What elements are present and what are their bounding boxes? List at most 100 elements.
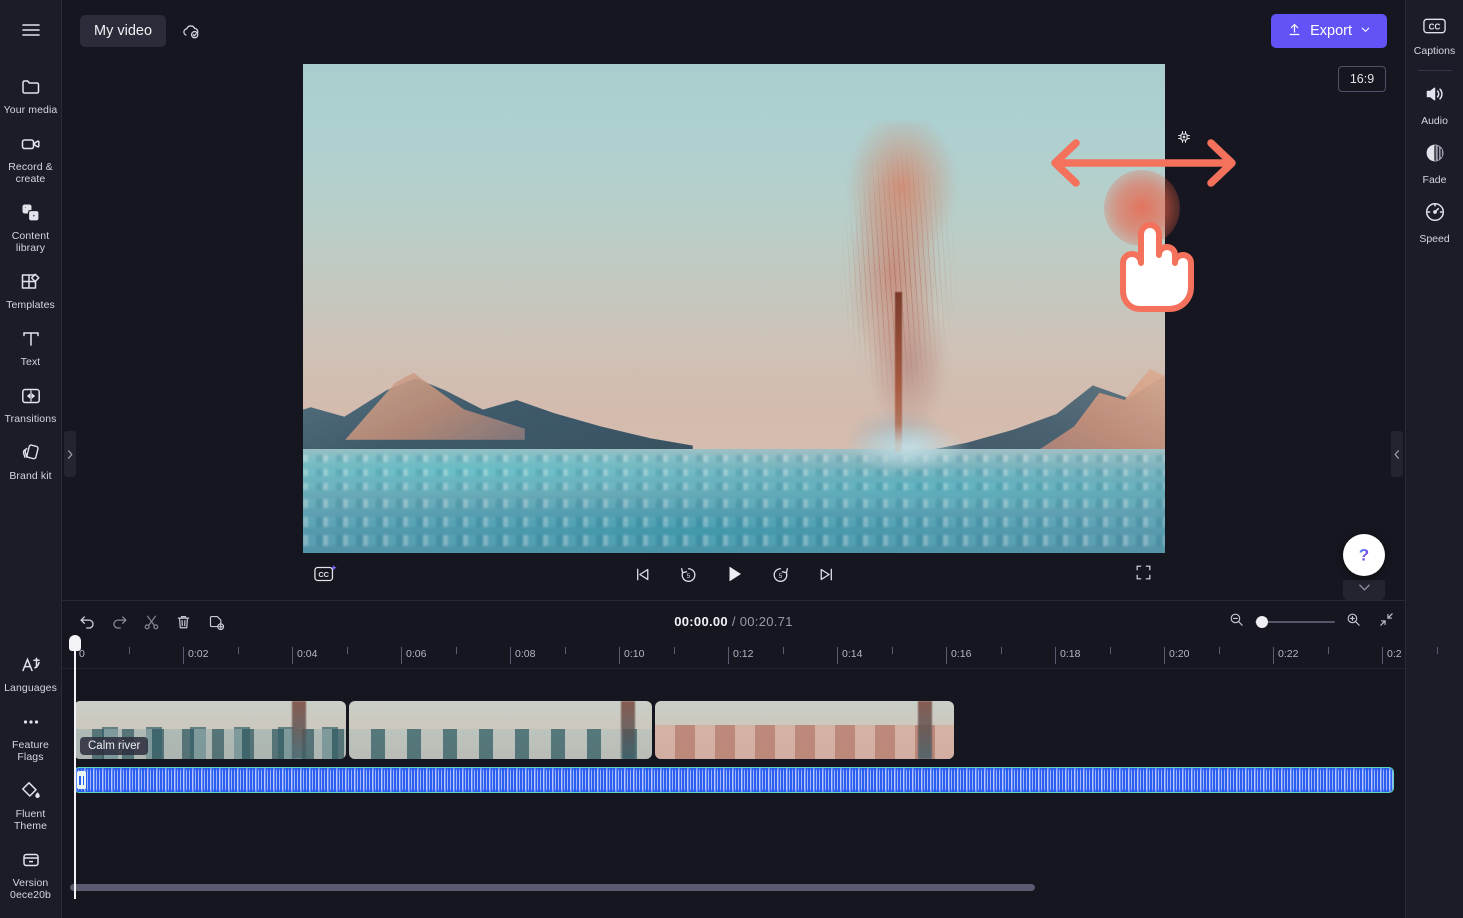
zoom-in-icon[interactable] [1345,611,1362,633]
playhead[interactable] [69,635,81,899]
timeline-ruler[interactable]: 0 0:02 0:04 0:06 0:08 0:10 0:12 0:14 0:16 0:18 0:2… [62,643,1438,669]
clip-name-label: Calm river [80,737,149,755]
rewind-5-icon[interactable]: 5 [674,560,702,588]
zoom-slider[interactable] [1255,615,1335,629]
ruler-tick-major [183,647,184,664]
timeline-toolbar: 00:00.00 / 00:20.71 [62,601,1405,643]
audio-trim-handle-left[interactable] [77,771,86,789]
sidebar-item-label: Templates [6,299,55,311]
sidebar-item-label: Brand kit [9,470,52,482]
skip-next-icon[interactable] [812,560,840,588]
fade-circle-icon [1423,141,1447,170]
help-panel-collapse[interactable] [1343,580,1385,602]
sidebar-item-content-library[interactable]: Content library [0,192,62,261]
project-title-input[interactable]: My video [80,15,167,47]
fit-to-screen-icon[interactable] [1378,611,1395,633]
sidebar-item-fluent-theme[interactable]: Fluent Theme [0,770,62,839]
ruler-tick-label: 0:02 [188,648,209,660]
timecode-display: 00:00.00 / 00:20.71 [62,614,1405,629]
aspect-ratio-button[interactable]: 16:9 [1338,66,1386,92]
zoom-slider-knob[interactable] [1256,616,1268,628]
skip-previous-icon[interactable] [628,560,656,588]
sidebar-item-feature-flags[interactable]: Feature Flags [0,701,62,770]
ruler-tick-major [837,647,838,664]
top-toolbar: My video Export [62,0,1405,62]
templates-icon [19,270,43,294]
current-time: 00:00.00 [674,614,728,629]
collapse-left-panel-handle[interactable] [64,431,76,477]
ruler-tick-major [619,647,620,664]
timeline-horizontal-scrollbar[interactable] [70,884,1035,891]
ruler-tick-minor [346,647,348,654]
sidebar-item-fade[interactable]: Fade [1406,133,1463,192]
ruler-tick-major [1382,647,1383,664]
transitions-icon [19,384,43,408]
sidebar-item-label: Speed [1419,233,1450,245]
ruler-tick-label: 0:06 [406,648,427,660]
export-button[interactable]: Export [1271,14,1387,48]
hamburger-menu-icon[interactable] [0,0,62,60]
speedometer-icon [1423,200,1447,229]
ruler-tick-label: 0:16 [951,648,972,660]
ruler-tick-minor [1436,647,1438,654]
languages-icon [19,653,43,677]
sidebar-item-label: Content library [11,230,50,254]
ruler-tick-minor [673,647,675,654]
clipchamp-video-editor: Your media Record & create Content libra… [0,0,1463,918]
video-preview-canvas[interactable] [303,64,1165,553]
chevron-down-icon [1360,23,1371,39]
sidebar-divider [1417,70,1452,71]
ruler-tick-label: 0:08 [515,648,536,660]
sidebar-item-label: Text [20,356,41,368]
folder-icon [19,75,43,99]
video-clip-3[interactable] [655,701,954,759]
left-sidebar-secondary-items: Languages Feature Flags Fluent Theme Ver… [0,644,62,918]
audio-clip[interactable] [74,767,1394,793]
timeline-zoom-controls [1228,611,1395,633]
right-sidebar: CC Captions Audio Fade Speed [1405,0,1463,918]
video-camera-icon [19,132,43,156]
sidebar-item-audio[interactable]: Audio [1406,74,1463,133]
sidebar-item-templates[interactable]: Templates [0,261,62,318]
sidebar-item-record-create[interactable]: Record & create [0,123,62,192]
preview-settings-gear-icon[interactable] [1172,126,1196,148]
preview-panel: 16:9 CC 5 5 [62,62,1405,600]
ruler-tick-minor [128,647,130,654]
cloud-saved-icon [180,20,202,42]
collapse-right-panel-handle[interactable] [1391,431,1403,477]
total-time: 00:20.71 [739,614,793,629]
zoom-out-icon[interactable] [1228,611,1245,633]
sidebar-item-speed[interactable]: Speed [1406,192,1463,251]
ruler-tick-minor [455,647,457,654]
fullscreen-icon[interactable] [1134,563,1153,587]
ellipsis-icon [19,710,43,734]
sidebar-item-transitions[interactable]: Transitions [0,375,62,432]
ruler-tick-major [292,647,293,664]
play-button[interactable] [720,560,748,588]
help-button[interactable]: ? [1343,534,1385,576]
text-icon [19,327,43,351]
content-library-icon [19,201,43,225]
ruler-tick-label: 0:10 [624,648,645,660]
video-frame-water [303,449,1165,553]
ruler-tick-major [510,647,511,664]
sidebar-item-label: Languages [4,682,57,694]
sidebar-item-version[interactable]: Version 0ece20b [0,839,62,908]
sidebar-item-languages[interactable]: Languages [0,644,62,701]
video-clip-2[interactable] [349,701,652,759]
ruler-tick-minor [782,647,784,654]
brand-kit-icon [19,441,43,465]
sidebar-item-label: Audio [1421,115,1448,127]
question-mark-icon: ? [1359,546,1369,565]
export-button-label: Export [1310,23,1352,39]
forward-5-icon[interactable]: 5 [766,560,794,588]
speaker-icon [1423,82,1447,111]
time-separator: / [731,614,736,629]
sidebar-item-label: Transitions [4,413,57,425]
sidebar-item-text[interactable]: Text [0,318,62,375]
playhead-knob[interactable] [69,635,81,651]
sidebar-item-captions[interactable]: CC Captions [1406,8,1463,63]
audio-waveform-peaks [75,768,1393,792]
sidebar-item-brand-kit[interactable]: Brand kit [0,432,62,489]
sidebar-item-your-media[interactable]: Your media [0,66,62,123]
